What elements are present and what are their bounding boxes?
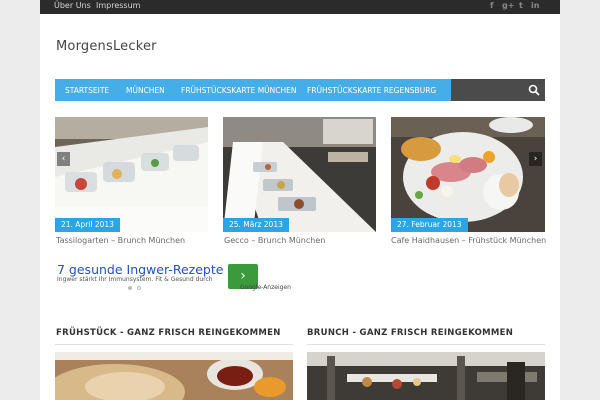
ad-pager-dot[interactable]: [137, 286, 141, 290]
slide-caption-link[interactable]: Tassilogarten – Brunch München: [56, 236, 185, 245]
section-divider: [55, 344, 293, 345]
section-divider: [307, 344, 545, 345]
section-title-fruehstueck: FRÜHSTÜCK - GANZ FRISCH REINGEKOMMEN: [56, 328, 281, 338]
ad-title-link[interactable]: 7 gesunde Ingwer-Rezepte: [57, 262, 223, 277]
ad-text: Ingwer stärkt Ihr Immunsystem. Fit & Ges…: [57, 276, 213, 283]
slide-date-badge[interactable]: 25. März 2013: [223, 218, 289, 232]
facebook-icon[interactable]: f: [490, 1, 493, 10]
slider-next-button[interactable]: ›: [529, 152, 542, 166]
twitter-icon[interactable]: t: [519, 1, 523, 10]
slide-gecco[interactable]: 25. März 2013: [223, 117, 376, 232]
post-thumbnail-fruehstueck[interactable]: [55, 352, 293, 400]
page-container: MorgensLecker STARTSEITE MÜNCHEN FRÜHSTÜ…: [40, 14, 560, 400]
slide-image-breakfast-plate: [391, 117, 545, 232]
slider-prev-button[interactable]: ‹: [57, 152, 70, 166]
nav-item-startseite[interactable]: STARTSEITE: [65, 86, 109, 95]
nav-item-fruehstueckskarte-regensburg[interactable]: FRÜHSTÜCKSKARTE REGENSBURG: [307, 86, 436, 95]
nav-menu-bar: STARTSEITE MÜNCHEN FRÜHSTÜCKSKARTE MÜNCH…: [55, 79, 451, 101]
linkedin-icon[interactable]: in: [531, 1, 539, 10]
slide-tassilogarten[interactable]: 21. April 2013: [55, 117, 208, 232]
search-icon: [528, 84, 540, 96]
nav-item-fruehstueckskarte-muenchen[interactable]: FRÜHSTÜCKSKARTE MÜNCHEN: [181, 86, 297, 95]
slide-image-buffet-table: [223, 117, 376, 232]
google-plus-icon[interactable]: g+: [502, 1, 514, 10]
slide-image-buffet: [55, 117, 208, 232]
ad-pager-dot[interactable]: [128, 286, 132, 290]
slide-date-badge[interactable]: 27. Februar 2013: [391, 218, 468, 232]
nav-search-button[interactable]: [523, 79, 545, 101]
main-nav: STARTSEITE MÜNCHEN FRÜHSTÜCKSKARTE MÜNCH…: [55, 79, 545, 101]
top-link-impressum[interactable]: Impressum: [96, 1, 140, 10]
slide-date-badge[interactable]: 21. April 2013: [55, 218, 120, 232]
site-logo[interactable]: MorgensLecker: [56, 39, 157, 54]
slide-caption-link[interactable]: Cafe Haidhausen – Frühstück München: [391, 236, 546, 245]
top-bar: Über Uns Impressum f g+ t in: [40, 0, 560, 14]
top-link-ueber-uns[interactable]: Über Uns: [54, 1, 91, 10]
post-image-pancakes: [55, 352, 293, 400]
post-image-buffet-hall: [307, 352, 545, 400]
section-title-brunch: BRUNCH - GANZ FRISCH REINGEKOMMEN: [307, 328, 514, 338]
post-thumbnail-brunch[interactable]: [307, 352, 545, 400]
nav-item-muenchen[interactable]: MÜNCHEN: [126, 86, 165, 95]
slide-cafe-haidhausen[interactable]: 27. Februar 2013: [391, 117, 545, 232]
ad-label[interactable]: Google-Anzeigen: [240, 284, 291, 291]
slide-caption-link[interactable]: Gecco – Brunch München: [224, 236, 325, 245]
